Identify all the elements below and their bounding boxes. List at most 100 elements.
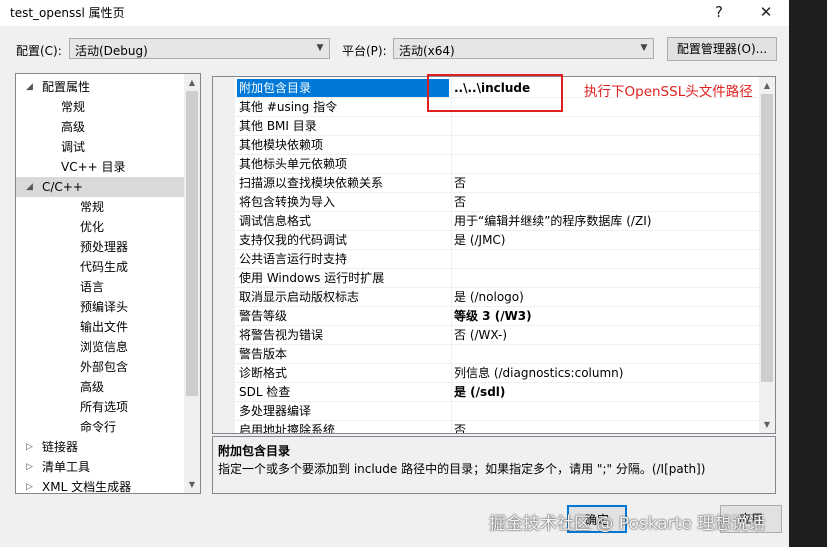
tree-item[interactable]: 预处理器 [16, 237, 184, 257]
tree-item[interactable]: ▷ 清单工具 [16, 457, 184, 477]
window-title: test_openssl 属性页 [10, 6, 125, 20]
tree-item-label: 语言 [80, 280, 105, 294]
expand-open-icon[interactable]: ◢ [26, 177, 33, 197]
property-grid: 附加包含目录 ..\..\include 其他 #using 指令 其他 BMI 目录… [212, 76, 776, 434]
scroll-up-icon[interactable]: ▲ [759, 77, 775, 94]
tree-item[interactable]: VC++ 目录 [16, 157, 184, 177]
property-name: 附加包含目录 [237, 79, 449, 97]
property-name: 警告版本 [239, 347, 288, 361]
scrollbar-thumb[interactable] [186, 91, 198, 396]
tree-item[interactable]: 常规 [16, 197, 184, 217]
property-row[interactable]: 调试信息格式 用于“编辑并继续”的程序数据库 (/ZI) [235, 212, 759, 231]
property-row[interactable]: 警告版本 [235, 345, 759, 364]
property-value[interactable] [451, 345, 760, 363]
platform-value: 活动(x64) [399, 44, 455, 58]
expand-closed-icon[interactable]: ▷ [26, 437, 33, 457]
tree-item-label: 输出文件 [80, 320, 129, 334]
property-value[interactable]: 用于“编辑并继续”的程序数据库 (/ZI) [451, 212, 760, 230]
expand-closed-icon[interactable]: ▷ [26, 477, 33, 493]
property-value[interactable] [451, 250, 760, 268]
tree-item[interactable]: 预编译头 [16, 297, 184, 317]
expand-open-icon[interactable]: ◢ [26, 77, 33, 97]
annotation-text: 执行下OpenSSL头文件路径 [584, 84, 753, 100]
tree-scrollbar[interactable]: ▲ ▼ [184, 74, 200, 493]
platform-combo[interactable]: 活动(x64) ▼ [393, 38, 654, 59]
scrollbar-thumb[interactable] [761, 94, 773, 382]
tree-item[interactable]: 代码生成 [16, 257, 184, 277]
property-value[interactable] [451, 117, 760, 135]
close-button[interactable]: ✕ [754, 2, 778, 22]
config-manager-button[interactable]: 配置管理器(O)... [667, 37, 777, 61]
property-name: 将包含转换为导入 [239, 195, 336, 209]
property-row[interactable]: 其他 BMI 目录 [235, 117, 759, 136]
property-name: 警告等级 [239, 309, 288, 323]
property-row[interactable]: 使用 Windows 运行时扩展 [235, 269, 759, 288]
tree-item[interactable]: 调试 [16, 137, 184, 157]
property-value[interactable]: 否 [451, 174, 760, 192]
expand-closed-icon[interactable]: ▷ [26, 457, 33, 477]
property-value[interactable]: 等级 3 (/W3) [451, 307, 760, 325]
property-row[interactable]: 其他标头单元依赖项 [235, 155, 759, 174]
tree-item-label: 命令行 [80, 420, 117, 434]
property-name: 启用地址擦除系统 [239, 423, 336, 434]
property-value[interactable]: 是 (/JMC) [451, 231, 760, 249]
property-value[interactable]: 是 (/sdl) [451, 383, 760, 401]
tree-item-label: XML 文档生成器 [42, 480, 132, 494]
tree-item[interactable]: 高级 [16, 117, 184, 137]
tree-item[interactable]: 输出文件 [16, 317, 184, 337]
property-row[interactable]: SDL 检查 是 (/sdl) [235, 383, 759, 402]
tree-item[interactable]: 浏览信息 [16, 337, 184, 357]
property-name: 支持仅我的代码调试 [239, 233, 348, 247]
property-name: 多处理器编译 [239, 404, 312, 418]
property-value[interactable]: 否 (/WX-) [451, 326, 760, 344]
property-row[interactable]: 将警告视为错误 否 (/WX-) [235, 326, 759, 345]
tree-item[interactable]: 语言 [16, 277, 184, 297]
property-value[interactable] [451, 402, 760, 420]
property-value[interactable] [451, 155, 760, 173]
tree-item[interactable]: ▷ 链接器 [16, 437, 184, 457]
tree-item[interactable]: 常规 [16, 97, 184, 117]
tree-item-label: 预处理器 [80, 240, 129, 254]
property-name: 公共语言运行时支持 [239, 252, 348, 266]
tree-item[interactable]: ◢ C/C++ [16, 177, 184, 197]
property-value[interactable]: 否 [451, 193, 760, 211]
tree-item-label: 配置属性 [42, 80, 91, 94]
grid-scrollbar[interactable]: ▲ ▼ [759, 77, 775, 433]
property-value[interactable] [451, 269, 760, 287]
property-name: 使用 Windows 运行时扩展 [239, 271, 385, 285]
tree-item[interactable]: 外部包含 [16, 357, 184, 377]
tree-item-label: 高级 [80, 380, 105, 394]
help-button[interactable]: ? [707, 2, 731, 22]
annotation-highlight-box [427, 74, 563, 112]
tree-item[interactable]: ◢ 配置属性 [16, 77, 184, 97]
property-row[interactable]: 支持仅我的代码调试 是 (/JMC) [235, 231, 759, 250]
property-row[interactable]: 多处理器编译 [235, 402, 759, 421]
property-row[interactable]: 诊断格式 列信息 (/diagnostics:column) [235, 364, 759, 383]
scroll-down-icon[interactable]: ▼ [759, 416, 775, 433]
tree-item[interactable]: 命令行 [16, 417, 184, 437]
tree-item-label: 链接器 [42, 440, 79, 454]
property-row[interactable]: 公共语言运行时支持 [235, 250, 759, 269]
property-name: 调试信息格式 [239, 214, 312, 228]
config-combo[interactable]: 活动(Debug) ▼ [69, 38, 330, 59]
platform-label: 平台(P): [342, 44, 387, 58]
property-row[interactable]: 取消显示启动版权标志 是 (/nologo) [235, 288, 759, 307]
tree-item[interactable]: ▷ XML 文档生成器 [16, 477, 184, 494]
tree-item[interactable]: 所有选项 [16, 397, 184, 417]
property-value[interactable]: 否 [451, 421, 760, 433]
property-value[interactable] [451, 136, 760, 154]
property-name: 其他 #using 指令 [239, 100, 338, 114]
tree-item[interactable]: 高级 [16, 377, 184, 397]
property-row[interactable]: 其他模块依赖项 [235, 136, 759, 155]
property-row[interactable]: 警告等级 等级 3 (/W3) [235, 307, 759, 326]
property-row[interactable]: 将包含转换为导入 否 [235, 193, 759, 212]
property-row[interactable]: 启用地址擦除系统 否 [235, 421, 760, 434]
grid-gutter [213, 77, 235, 433]
tree-item[interactable]: 优化 [16, 217, 184, 237]
property-value[interactable]: 列信息 (/diagnostics:column) [451, 364, 760, 382]
property-row[interactable]: 扫描源以查找模块依赖关系 否 [235, 174, 759, 193]
scroll-down-icon[interactable]: ▼ [184, 476, 200, 493]
tree-item-label: 预编译头 [80, 300, 129, 314]
scroll-up-icon[interactable]: ▲ [184, 74, 200, 91]
property-value[interactable]: 是 (/nologo) [451, 288, 760, 306]
